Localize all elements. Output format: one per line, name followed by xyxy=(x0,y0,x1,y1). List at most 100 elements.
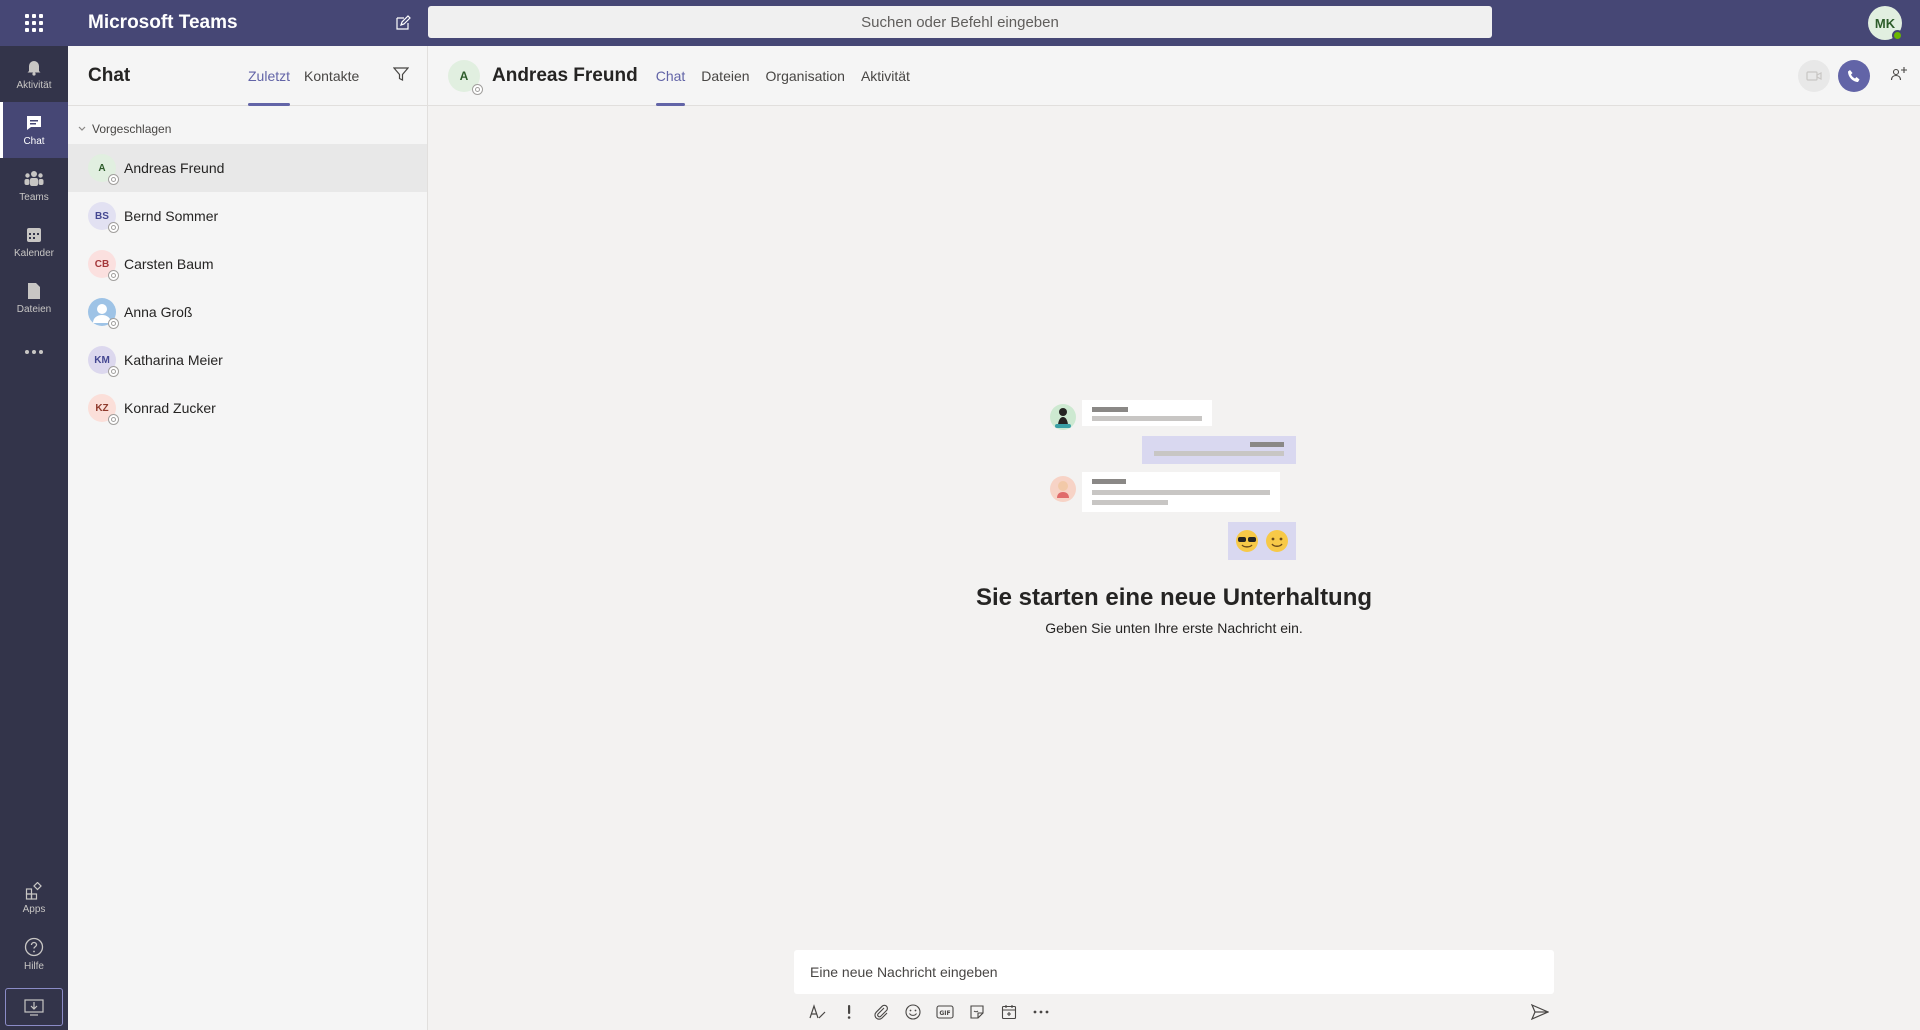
contact-item[interactable]: Anna Groß xyxy=(68,288,427,336)
illustration-bubble xyxy=(1082,472,1280,512)
top-bar: Microsoft Teams Suchen oder Befehl einge… xyxy=(0,0,1920,46)
app-rail: Aktivität Chat Teams Kalender Dateien Ap… xyxy=(0,46,68,1030)
more-icon xyxy=(1033,1010,1049,1014)
rail-item-calendar[interactable]: Kalender xyxy=(0,214,68,270)
rail-item-activity[interactable]: Aktivität xyxy=(0,46,68,102)
more-options-button[interactable] xyxy=(1032,1000,1050,1024)
tab-files[interactable]: Dateien xyxy=(701,46,749,106)
presence-offline-icon xyxy=(472,83,483,95)
emoji-button[interactable] xyxy=(904,1000,922,1024)
attach-button[interactable] xyxy=(872,1000,890,1024)
person-avatar-icon xyxy=(1050,404,1076,430)
message-input[interactable] xyxy=(794,950,1554,994)
section-label: Vorgeschlagen xyxy=(92,122,172,136)
contact-avatar: BS xyxy=(88,202,119,233)
paperclip-icon xyxy=(874,1004,888,1020)
avatar-initials: KM xyxy=(94,354,110,366)
contact-name: Konrad Zucker xyxy=(124,400,216,416)
smile-emoji-icon xyxy=(1266,530,1288,552)
add-people-icon xyxy=(1890,67,1907,81)
contact-name: Bernd Sommer xyxy=(124,208,219,224)
schedule-meeting-button[interactable] xyxy=(1000,1000,1018,1024)
rail-item-files[interactable]: Dateien xyxy=(0,270,68,326)
presence-offline-icon xyxy=(108,318,119,329)
filter-icon xyxy=(392,67,410,81)
composer-toolbar: GIF xyxy=(808,1000,1050,1024)
contact-name: Katharina Meier xyxy=(124,352,223,368)
contact-name: Andreas Freund xyxy=(124,160,225,176)
contact-item[interactable]: BS Bernd Sommer xyxy=(68,192,427,240)
contact-avatar: CB xyxy=(88,250,119,281)
contact-item[interactable]: KM Katharina Meier xyxy=(68,336,427,384)
chat-icon xyxy=(27,115,41,130)
conversation-pane: A Andreas Freund Chat Dateien Organisati… xyxy=(428,46,1920,1030)
illustration-emoji-bubble xyxy=(1228,522,1296,560)
empty-state-title: Sie starten eine neue Unterhaltung xyxy=(975,584,1373,611)
contact-item[interactable]: CB Carsten Baum xyxy=(68,240,427,288)
calendar-icon xyxy=(27,227,41,242)
contact-item[interactable]: KZ Konrad Zucker xyxy=(68,384,427,432)
empty-state-subtitle: Geben Sie unten Ihre erste Nachricht ein… xyxy=(1045,620,1303,636)
app-title: Microsoft Teams xyxy=(88,12,238,33)
conversation-title: Andreas Freund xyxy=(492,64,638,86)
rail-label: Kalender xyxy=(13,247,55,259)
filter-button[interactable] xyxy=(392,66,410,87)
audio-call-button[interactable] xyxy=(1838,60,1870,92)
rail-label: Dateien xyxy=(16,303,52,315)
avatar-initials: CB xyxy=(94,258,110,270)
waffle-icon xyxy=(25,14,43,32)
format-button[interactable] xyxy=(808,1000,826,1024)
rail-item-apps[interactable]: Apps xyxy=(0,870,68,926)
download-app-button[interactable] xyxy=(5,988,63,1026)
svg-text:GIF: GIF xyxy=(939,1010,950,1017)
tab-activity[interactable]: Aktivität xyxy=(861,46,910,106)
person-avatar-icon xyxy=(1050,476,1076,502)
user-initials: MK xyxy=(1874,15,1896,31)
bell-icon xyxy=(27,60,41,76)
contact-avatar xyxy=(88,298,119,329)
important-button[interactable] xyxy=(840,1000,858,1024)
video-call-button[interactable] xyxy=(1798,60,1830,92)
tab-chat[interactable]: Chat xyxy=(655,46,685,106)
rail-item-teams[interactable]: Teams xyxy=(0,158,68,214)
rail-item-help[interactable]: Hilfe xyxy=(0,926,68,982)
add-people-button[interactable] xyxy=(1890,66,1908,87)
video-camera-icon xyxy=(1806,71,1822,81)
gif-icon: GIF xyxy=(936,1005,954,1019)
contact-avatar[interactable]: A xyxy=(448,59,483,95)
more-icon xyxy=(25,350,43,354)
contact-list: A Andreas Freund BS Bernd Sommer CB Carsten B… xyxy=(68,144,427,432)
teams-icon xyxy=(24,170,44,186)
rail-label: Hilfe xyxy=(23,960,44,972)
avatar-initials: BS xyxy=(95,210,109,222)
format-icon xyxy=(809,1004,826,1019)
gif-button[interactable]: GIF xyxy=(936,1000,954,1024)
new-chat-button[interactable] xyxy=(378,0,428,46)
tab-recent[interactable]: Zuletzt xyxy=(248,46,291,106)
tab-contacts[interactable]: Kontakte xyxy=(304,46,359,106)
rail-more-button[interactable] xyxy=(0,326,68,382)
sticker-button[interactable] xyxy=(968,1000,986,1024)
presence-available-icon xyxy=(1892,30,1903,41)
sticker-icon xyxy=(970,1005,984,1019)
presence-offline-icon xyxy=(108,270,119,281)
chat-list-title: Chat xyxy=(88,64,131,86)
app-launcher-button[interactable] xyxy=(0,0,68,46)
contact-item[interactable]: A Andreas Freund xyxy=(68,144,427,192)
search-input[interactable]: Suchen oder Befehl eingeben xyxy=(428,6,1492,38)
emoji-icon xyxy=(905,1004,921,1020)
rail-item-chat[interactable]: Chat xyxy=(0,102,68,158)
sunglasses-emoji-icon xyxy=(1236,530,1258,552)
help-icon xyxy=(24,937,44,956)
presence-offline-icon xyxy=(108,414,119,425)
user-avatar[interactable]: MK xyxy=(1868,6,1903,41)
send-button[interactable] xyxy=(1528,1000,1552,1024)
tab-organization[interactable]: Organisation xyxy=(766,46,845,106)
apps-icon xyxy=(25,881,42,900)
chat-list-panel: Chat Zuletzt Kontakte Vorgeschlagen A And… xyxy=(68,46,428,1030)
avatar-initials: A xyxy=(459,68,469,83)
contact-avatar: A xyxy=(88,154,119,185)
calendar-icon xyxy=(1001,1005,1017,1020)
section-suggested[interactable]: Vorgeschlagen xyxy=(68,106,427,144)
rail-label: Teams xyxy=(19,191,49,203)
